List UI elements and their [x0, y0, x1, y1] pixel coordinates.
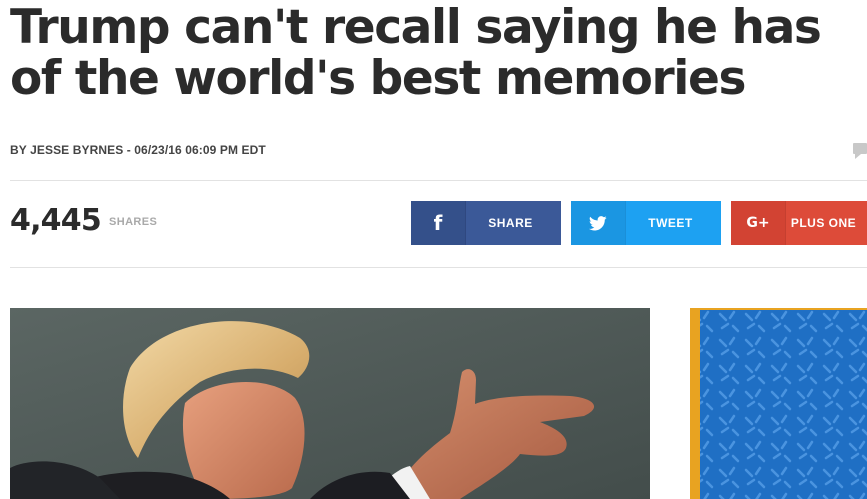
share-count: 4,445 [10, 203, 102, 238]
advertisement[interactable] [690, 308, 867, 499]
ad-pattern-graphic [690, 308, 867, 499]
article-page: Trump can't recall saying he has of the … [0, 0, 867, 499]
article-headline: Trump can't recall saying he has of the … [10, 2, 867, 104]
headline-line-1: Trump can't recall saying he has [10, 0, 822, 55]
article-photo[interactable] [10, 308, 650, 499]
google-plus-icon: G+ [731, 201, 786, 245]
headline-line-2: of the world's best memories [10, 51, 746, 106]
divider-bottom [10, 267, 867, 268]
twitter-tweet-label: TWEET [648, 216, 693, 230]
divider-top [10, 180, 867, 181]
facebook-icon: f [411, 201, 466, 245]
article-byline[interactable]: BY JESSE BYRNES - 06/23/16 06:09 PM EDT [10, 143, 266, 157]
twitter-tweet-button[interactable]: TWEET [571, 201, 721, 245]
twitter-icon [571, 201, 626, 245]
comment-icon[interactable] [853, 143, 867, 159]
trump-photo-illustration [10, 308, 650, 499]
share-count-label: SHARES [109, 216, 158, 228]
google-plus-label: PLUS ONE [790, 216, 857, 230]
facebook-share-label: SHARE [488, 216, 533, 230]
facebook-share-button[interactable]: f SHARE [411, 201, 561, 245]
google-plus-button[interactable]: G+ PLUS ONE [731, 201, 867, 245]
